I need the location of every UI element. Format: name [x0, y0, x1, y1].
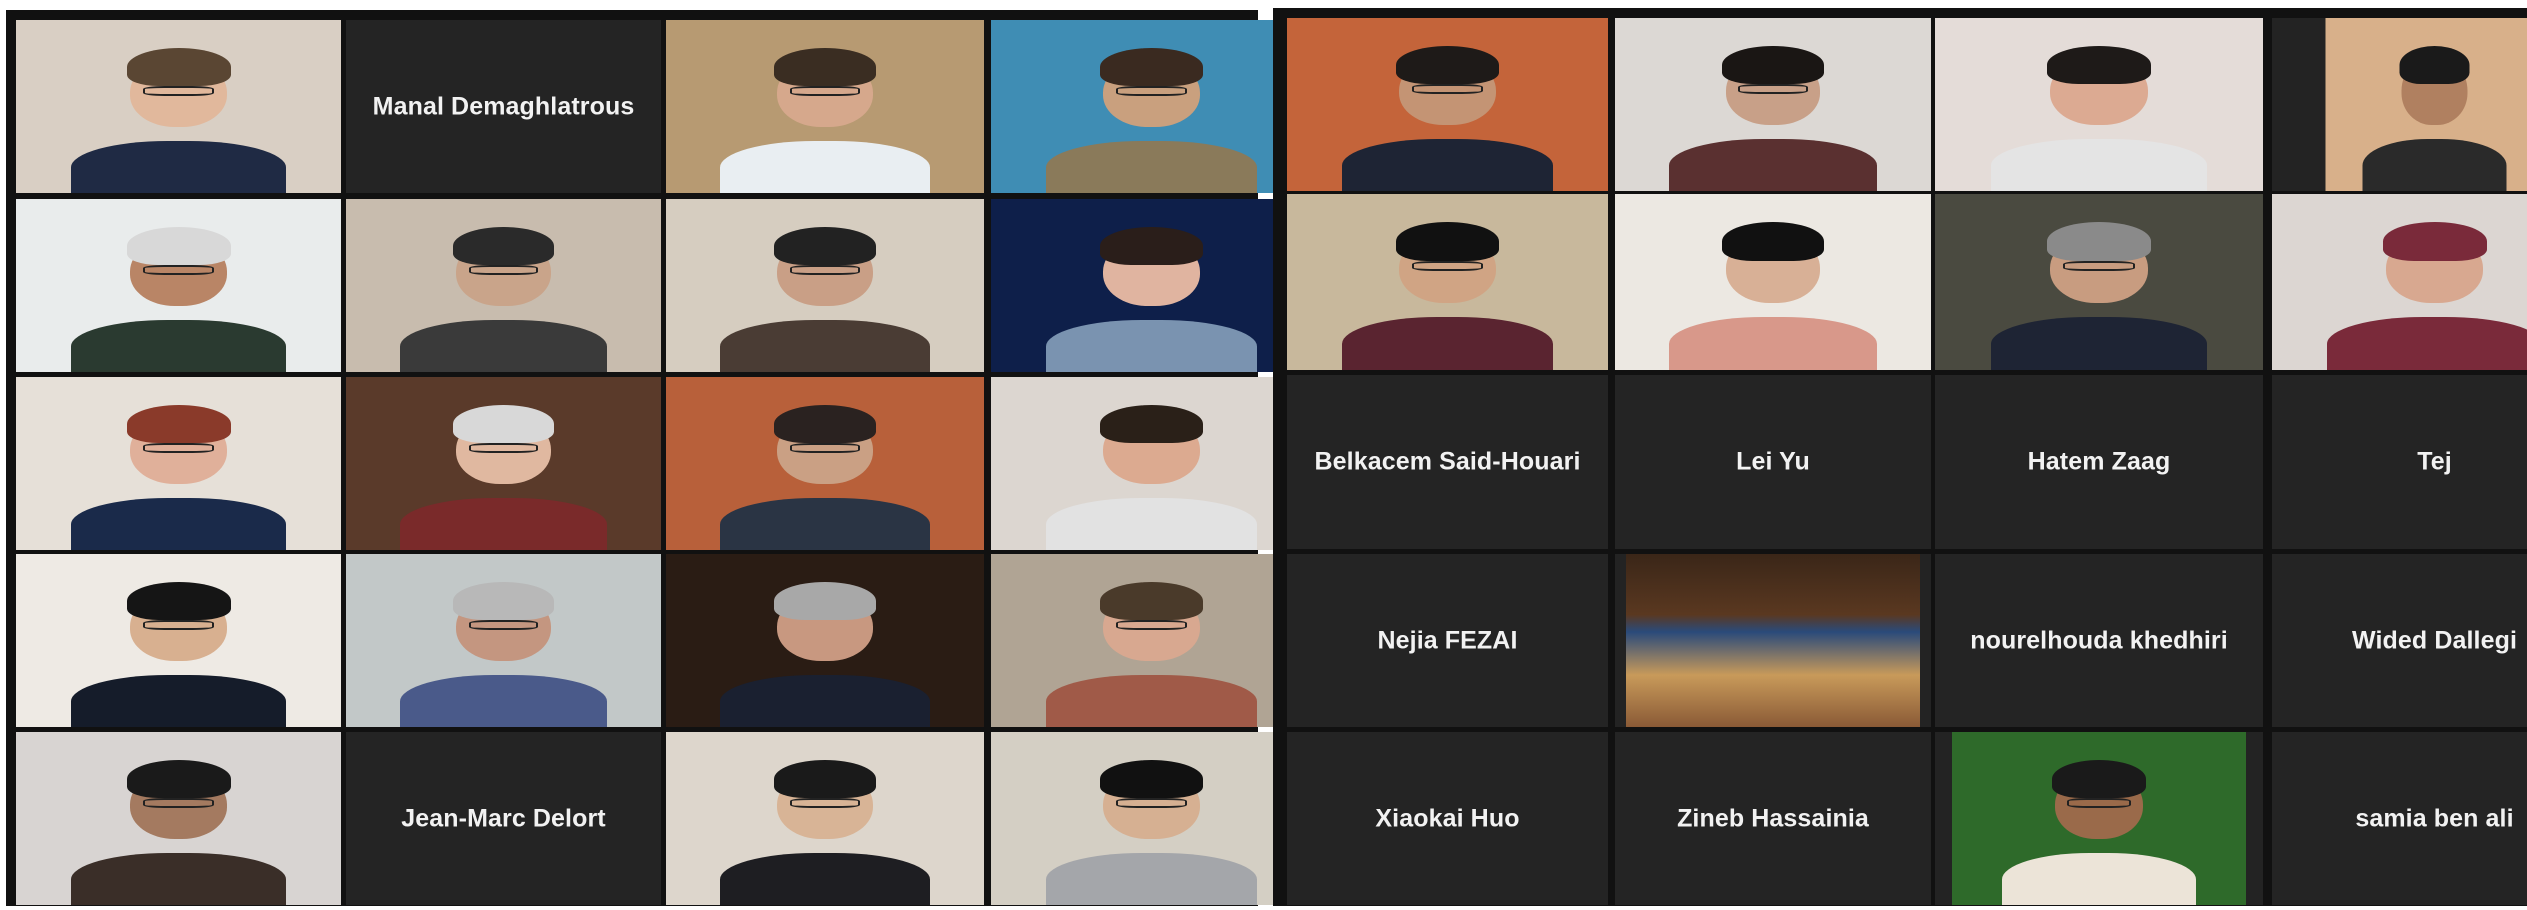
participant-name: Xiaokai Huo [1375, 804, 1520, 832]
participant-tile-name-only[interactable]: Belkacem Said-Houari [1287, 375, 1608, 549]
participant-name: samia ben ali [2355, 804, 2514, 832]
participant-tile-video[interactable] [666, 732, 984, 905]
participant-tile-name-only[interactable]: Manal Demaghlatrous [346, 20, 661, 193]
participant-tile-video[interactable] [1935, 194, 2263, 370]
participant-tile-video[interactable] [991, 377, 1312, 550]
right-gallery-view: Belkacem Said-Houari Lei Yu Hatem Zaag Tej N… [1273, 8, 2527, 906]
participant-video-thumbnail [2325, 18, 2527, 191]
participant-tile-video[interactable] [991, 732, 1312, 905]
participant-name: Nejia FEZAI [1377, 626, 1518, 654]
participant-tile-video[interactable] [16, 377, 341, 550]
participant-tile-name-only[interactable]: Nejia FEZAI [1287, 554, 1608, 727]
participant-tile-video[interactable] [666, 199, 984, 372]
participant-tile-video[interactable] [1615, 194, 1931, 370]
participant-tile-video[interactable] [2272, 18, 2527, 191]
participant-name: Zineb Hassainia [1677, 804, 1869, 832]
participant-name: Lei Yu [1736, 447, 1810, 476]
participant-tile-name-only[interactable]: Xiaokai Huo [1287, 732, 1608, 905]
participant-tile-video[interactable] [1935, 732, 2263, 905]
participant-tile-name-only[interactable]: Tej [2272, 375, 2527, 549]
participant-tile-video[interactable] [991, 20, 1312, 193]
participant-name: Belkacem Said-Houari [1314, 447, 1581, 476]
participant-tile-video[interactable] [1615, 554, 1931, 727]
participant-tile-name-only[interactable]: nourelhouda khedhiri [1935, 554, 2263, 727]
participant-tile-video[interactable] [1615, 18, 1931, 191]
participant-tile-video[interactable] [1287, 194, 1608, 370]
participant-video-thumbnail [1952, 732, 2246, 905]
participant-name: Jean-Marc Delort [401, 804, 606, 832]
participant-tile-name-only[interactable]: Lei Yu [1615, 375, 1931, 549]
left-gallery-view: Manal Demaghlatrous Jean-Marc Delort [6, 10, 1312, 906]
participant-tile-name-only[interactable]: Hatem Zaag [1935, 375, 2263, 549]
participant-tile-video[interactable] [991, 554, 1312, 727]
participant-tile-video[interactable] [2272, 194, 2527, 370]
participant-tile-video[interactable] [346, 199, 661, 372]
participant-tile-video[interactable] [666, 377, 984, 550]
participant-tile-name-only[interactable]: Zineb Hassainia [1615, 732, 1931, 905]
participant-tile-video[interactable] [666, 554, 984, 727]
participant-name: nourelhouda khedhiri [1970, 626, 2228, 654]
participant-tile-video[interactable] [16, 20, 341, 193]
participant-tile-video[interactable] [16, 732, 341, 905]
participant-tile-video[interactable] [346, 554, 661, 727]
participant-tile-name-only[interactable]: Jean-Marc Delort [346, 732, 661, 905]
participant-tile-video[interactable] [1287, 18, 1608, 191]
participant-name: Hatem Zaag [2027, 447, 2171, 476]
participant-tile-video[interactable] [666, 20, 984, 193]
participant-tile-video[interactable] [16, 554, 341, 727]
participant-video-thumbnail [1626, 554, 1920, 727]
participant-name: Tej [2417, 447, 2452, 476]
participant-tile-video[interactable] [346, 377, 661, 550]
participant-tile-name-only[interactable]: Wided Dallegi [2272, 554, 2527, 727]
active-speaker-tile[interactable] [991, 199, 1312, 372]
participant-tile-video[interactable] [16, 199, 341, 372]
participant-name: Manal Demaghlatrous [372, 92, 635, 120]
participant-tile-video[interactable] [1935, 18, 2263, 191]
participant-name: Wided Dallegi [2352, 626, 2517, 654]
participant-tile-name-only[interactable]: samia ben ali [2272, 732, 2527, 905]
